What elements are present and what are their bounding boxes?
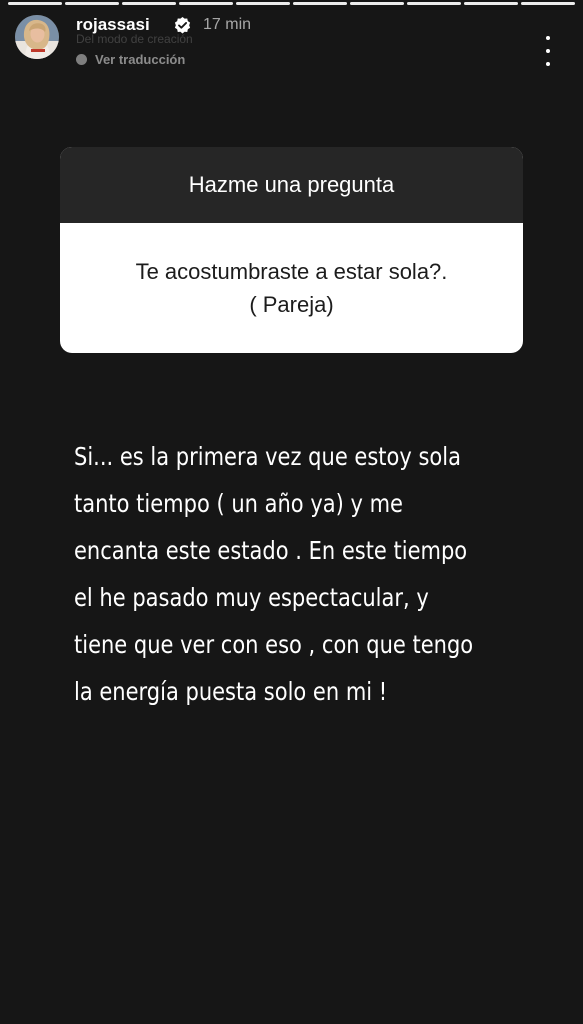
story-progress-bar [8,2,575,5]
story-time: 17 min [203,16,252,33]
question-sticker-body: Te acostumbraste a estar sola?. ( Pareja… [60,223,523,353]
story-progress-segment [65,2,119,5]
story-progress-segment [122,2,176,5]
answer-line: Si... es la primera vez que estoy sola [74,442,461,471]
question-sticker-title: Hazme una pregunta [60,147,523,223]
avatar[interactable] [15,15,59,59]
avatar-image [15,15,59,59]
more-vertical-icon [546,49,550,53]
question-sticker[interactable]: Hazme una pregunta Te acostumbraste a es… [60,147,523,353]
story-progress-segment [350,2,404,5]
more-vertical-icon [546,62,550,66]
answer-line: encanta este estado . En este tiempo [74,536,468,565]
story-progress-segment [521,2,575,5]
story-progress-segment [407,2,461,5]
see-translation-label: Ver traducción [95,52,186,65]
answer-text: Si... es la primera vez que estoy sola t… [74,433,474,715]
story-progress-segment [179,2,233,5]
answer-line: la energía puesta solo en mi ! [74,677,388,706]
answer-line: tanto tiempo ( un año ya) y me [74,489,403,518]
story-progress-segment [8,2,62,5]
see-translation-button[interactable]: Ver traducción [76,51,185,65]
story-progress-segment [293,2,347,5]
creation-mode-label: Del modo de creación [76,32,193,46]
story-progress-segment [236,2,290,5]
question-text-line: ( Pareja) [249,292,334,317]
question-text-line: Te acostumbraste a estar sola?. [135,259,448,284]
story-progress-segment [464,2,518,5]
answer-line: tiene que ver con eso , con que tengo [74,630,474,659]
answer-line: el he pasado muy espectacular, y [74,583,429,612]
more-options-button[interactable] [543,36,553,66]
translate-icon [76,54,87,65]
more-vertical-icon [546,36,550,40]
story-header: rojassasi 17 min Del modo de creación Ve… [14,13,569,66]
